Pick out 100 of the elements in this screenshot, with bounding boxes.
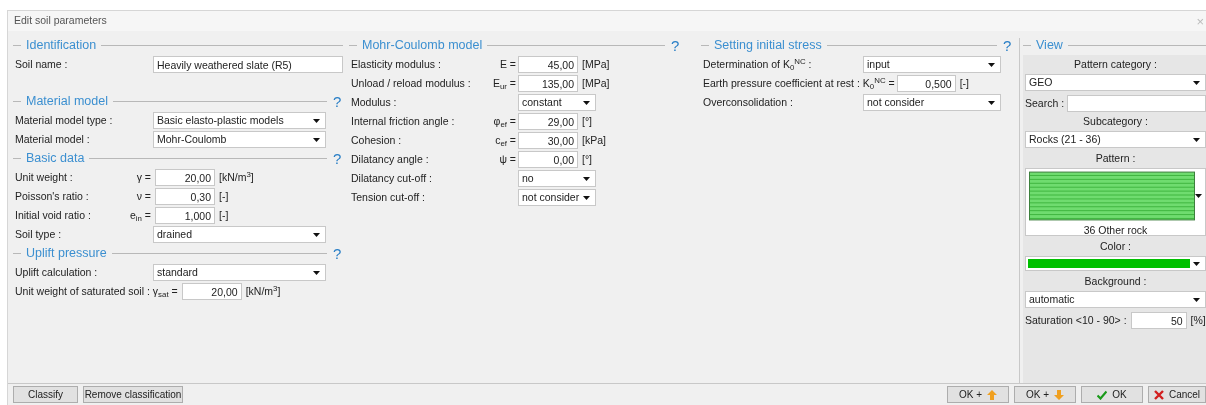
section-title: Identification [25, 37, 98, 55]
help-icon[interactable]: ? [333, 151, 343, 166]
symbol-label: ν = [135, 188, 152, 204]
number-field[interactable]: 45,00 [518, 56, 578, 73]
field-label: Tension cut-off : [351, 189, 425, 205]
pattern-caption: 36 Other rock [1082, 223, 1149, 238]
window-title: Edit soil parameters [14, 13, 107, 29]
dialog-button[interactable]: Remove classification [83, 386, 183, 404]
field-label: Uplift calculation : [15, 264, 98, 280]
section-title: Basic data [25, 150, 86, 168]
field-label: Dilatancy angle : [351, 151, 429, 167]
dialog-button[interactable]: OK + [947, 386, 1009, 404]
dropdown[interactable]: not consider [863, 94, 1001, 111]
caret-icon [313, 232, 320, 237]
unit-label: [MPa] [582, 75, 610, 91]
arrow-down-icon [1054, 389, 1065, 400]
text-field[interactable]: Heavily weathered slate (R5) [153, 56, 343, 73]
dialog-button[interactable]: Classify [13, 386, 78, 404]
field-label: Unload / reload modulus : [351, 75, 471, 91]
panel-heading: Background : [1083, 274, 1148, 290]
unit-label: [°] [582, 113, 593, 129]
caret-icon [313, 270, 320, 275]
panel-heading: Pattern category : [1073, 57, 1158, 73]
dropdown[interactable]: standard [153, 264, 326, 281]
symbol-label: ψ = [498, 151, 517, 167]
unit-label: [%] [1190, 312, 1206, 328]
symbol-label: E$_{ur}$ = [491, 75, 517, 92]
field-label: Unit weight : [15, 169, 73, 185]
dropdown[interactable]: input [863, 56, 1001, 73]
caret-icon [1193, 261, 1200, 266]
number-field[interactable]: 1,000 [155, 207, 215, 224]
help-icon[interactable]: ? [333, 246, 343, 261]
symbol-label: e$_{in}$ = [128, 207, 152, 224]
dropdown[interactable]: no [518, 170, 596, 187]
number-field[interactable]: 30,00 [518, 132, 578, 149]
dropdown[interactable]: Mohr-Coulomb [153, 131, 326, 148]
cross-icon [1153, 389, 1164, 400]
dropdown[interactable]: Rocks (21 - 36) [1025, 131, 1206, 148]
unit-label: [°] [582, 151, 593, 167]
help-icon[interactable]: ? [333, 94, 343, 109]
number-field[interactable]: 29,00 [518, 113, 578, 130]
panel-heading: Color : [1099, 239, 1132, 255]
symbol-label: K$_{0}$$^{NC}$ = [861, 75, 896, 92]
caret-icon [1195, 194, 1202, 198]
field-label: Earth pressure coefficient at rest : [703, 75, 860, 91]
panel-heading: Pattern : [1094, 151, 1137, 167]
dropdown[interactable]: GEO [1025, 74, 1206, 91]
section-title: Setting initial stress [713, 37, 823, 55]
caret-icon [583, 195, 590, 200]
field-label: Material model type : [15, 112, 113, 128]
number-field[interactable]: 0,500 [896, 75, 956, 92]
field-label: Saturation <10 - 90> : [1025, 312, 1128, 328]
arrow-up-icon [987, 389, 998, 400]
caret-icon [583, 100, 590, 105]
field-label: Soil name : [15, 56, 68, 72]
section-title: Material model [25, 93, 109, 111]
dialog-button[interactable]: Cancel [1148, 386, 1206, 404]
dropdown[interactable]: Basic elasto-plastic models [153, 112, 326, 129]
dropdown[interactable]: not consider [518, 189, 596, 206]
unit-label: [-] [219, 188, 229, 204]
symbol-label: E = [498, 56, 517, 72]
field-label: Modulus : [351, 94, 397, 110]
field-label: Soil type : [15, 226, 62, 242]
caret-icon [1193, 137, 1200, 142]
number-field[interactable]: 0,00 [518, 151, 578, 168]
number-field[interactable]: 20,00 [181, 283, 242, 300]
field-label: Material model : [15, 131, 90, 147]
dropdown[interactable]: constant [518, 94, 596, 111]
number-field[interactable]: 20,00 [155, 169, 215, 186]
field-label: Determination of K$_{0}$$^{NC}$ : [703, 56, 812, 73]
unit-label: [-] [959, 75, 969, 91]
caret-icon [313, 118, 320, 123]
unit-label: [-] [219, 207, 229, 223]
dialog-button[interactable]: OK + [1014, 386, 1076, 404]
number-field[interactable]: 135,00 [518, 75, 578, 92]
pattern-picker[interactable]: 36 Other rock [1025, 168, 1206, 236]
dialog-button[interactable]: OK [1081, 386, 1143, 404]
number-field[interactable]: 0,30 [155, 188, 215, 205]
symbol-label: φ$_{ef}$ = [492, 113, 517, 130]
color-dropdown[interactable] [1025, 256, 1206, 271]
caret-icon [583, 176, 590, 181]
field-label: Initial void ratio : [15, 207, 91, 223]
symbol-label: γ = [135, 169, 152, 185]
dropdown[interactable]: drained [153, 226, 326, 243]
caret-icon [988, 100, 995, 105]
field-label: Dilatancy cut-off : [351, 170, 432, 186]
search-field[interactable] [1067, 95, 1206, 112]
unit-label: [kN/m$^{3}$] [219, 169, 254, 185]
section-title: Uplift pressure [25, 245, 108, 263]
help-icon[interactable]: ? [671, 38, 681, 53]
checkmark-icon [1097, 389, 1108, 400]
symbol-label: γ$_{sat}$ = [151, 283, 179, 300]
number-field[interactable]: 50 [1130, 312, 1187, 329]
help-icon[interactable]: ? [1003, 38, 1013, 53]
unit-label: [kPa] [582, 132, 606, 148]
field-label: Elasticity modulus : [351, 56, 441, 72]
field-label: Poisson's ratio : [15, 188, 89, 204]
panel-heading: Subcategory : [1082, 114, 1149, 130]
field-label: Overconsolidation : [703, 94, 793, 110]
dropdown[interactable]: automatic [1025, 291, 1206, 308]
